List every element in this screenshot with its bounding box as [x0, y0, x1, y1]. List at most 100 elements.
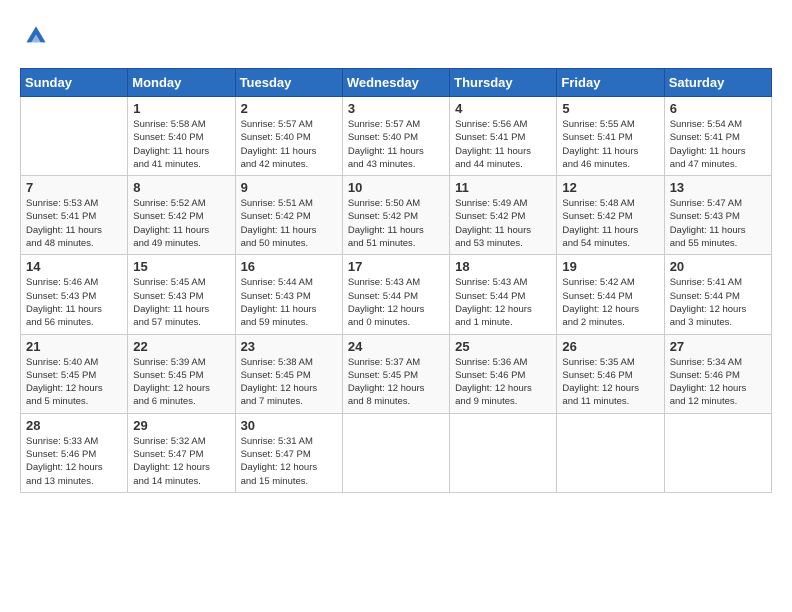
day-cell	[450, 413, 557, 492]
day-info: Sunrise: 5:41 AM Sunset: 5:44 PM Dayligh…	[670, 276, 766, 329]
day-info: Sunrise: 5:47 AM Sunset: 5:43 PM Dayligh…	[670, 197, 766, 250]
day-cell: 8 Sunrise: 5:52 AM Sunset: 5:42 PM Daylig…	[128, 176, 235, 255]
day-info: Sunrise: 5:34 AM Sunset: 5:46 PM Dayligh…	[670, 356, 766, 409]
day-cell: 24 Sunrise: 5:37 AM Sunset: 5:45 PM Dayli…	[342, 334, 449, 413]
day-number: 11	[455, 180, 551, 195]
day-cell: 29 Sunrise: 5:32 AM Sunset: 5:47 PM Dayli…	[128, 413, 235, 492]
day-cell: 4Sunrise: 5:56 AM Sunset: 5:41 PM Daylig…	[450, 97, 557, 176]
day-cell: 19Sunrise: 5:42 AM Sunset: 5:44 PM Dayli…	[557, 255, 664, 334]
day-info: Sunrise: 5:40 AM Sunset: 5:45 PM Dayligh…	[26, 356, 122, 409]
day-info: Sunrise: 5:48 AM Sunset: 5:42 PM Dayligh…	[562, 197, 658, 250]
day-info: Sunrise: 5:39 AM Sunset: 5:45 PM Dayligh…	[133, 356, 229, 409]
day-number: 27	[670, 339, 766, 354]
day-info: Sunrise: 5:32 AM Sunset: 5:47 PM Dayligh…	[133, 435, 229, 488]
calendar-table: SundayMondayTuesdayWednesdayThursdayFrid…	[20, 68, 772, 493]
day-info: Sunrise: 5:31 AM Sunset: 5:47 PM Dayligh…	[241, 435, 337, 488]
day-number: 19	[562, 259, 658, 274]
day-cell: 7 Sunrise: 5:53 AM Sunset: 5:41 PM Daylig…	[21, 176, 128, 255]
day-cell	[342, 413, 449, 492]
day-info: Sunrise: 5:56 AM Sunset: 5:41 PM Dayligh…	[455, 118, 551, 171]
header-saturday: Saturday	[664, 69, 771, 97]
day-cell: 14 Sunrise: 5:46 AM Sunset: 5:43 PM Dayli…	[21, 255, 128, 334]
day-number: 2	[241, 101, 337, 116]
week-row-4: 21 Sunrise: 5:40 AM Sunset: 5:45 PM Dayli…	[21, 334, 772, 413]
week-row-1: 1 Sunrise: 5:58 AM Sunset: 5:40 PM Daylig…	[21, 97, 772, 176]
day-number: 7	[26, 180, 122, 195]
day-number: 16	[241, 259, 337, 274]
day-info: Sunrise: 5:54 AM Sunset: 5:41 PM Dayligh…	[670, 118, 766, 171]
calendar-header: SundayMondayTuesdayWednesdayThursdayFrid…	[21, 69, 772, 97]
day-number: 23	[241, 339, 337, 354]
day-number: 3	[348, 101, 444, 116]
day-info: Sunrise: 5:44 AM Sunset: 5:43 PM Dayligh…	[241, 276, 337, 329]
day-cell	[21, 97, 128, 176]
day-info: Sunrise: 5:43 AM Sunset: 5:44 PM Dayligh…	[348, 276, 444, 329]
day-number: 22	[133, 339, 229, 354]
day-number: 13	[670, 180, 766, 195]
day-number: 17	[348, 259, 444, 274]
day-cell: 11 Sunrise: 5:49 AM Sunset: 5:42 PM Dayli…	[450, 176, 557, 255]
day-info: Sunrise: 5:37 AM Sunset: 5:45 PM Dayligh…	[348, 356, 444, 409]
day-number: 15	[133, 259, 229, 274]
header-sunday: Sunday	[21, 69, 128, 97]
day-cell: 20Sunrise: 5:41 AM Sunset: 5:44 PM Dayli…	[664, 255, 771, 334]
day-cell: 16 Sunrise: 5:44 AM Sunset: 5:43 PM Dayli…	[235, 255, 342, 334]
day-cell: 26 Sunrise: 5:35 AM Sunset: 5:46 PM Dayli…	[557, 334, 664, 413]
day-cell	[557, 413, 664, 492]
day-number: 1	[133, 101, 229, 116]
day-cell: 1 Sunrise: 5:58 AM Sunset: 5:40 PM Daylig…	[128, 97, 235, 176]
day-cell: 17 Sunrise: 5:43 AM Sunset: 5:44 PM Dayli…	[342, 255, 449, 334]
day-number: 6	[670, 101, 766, 116]
day-info: Sunrise: 5:45 AM Sunset: 5:43 PM Dayligh…	[133, 276, 229, 329]
day-info: Sunrise: 5:33 AM Sunset: 5:46 PM Dayligh…	[26, 435, 122, 488]
day-cell: 2Sunrise: 5:57 AM Sunset: 5:40 PM Daylig…	[235, 97, 342, 176]
day-cell: 10 Sunrise: 5:50 AM Sunset: 5:42 PM Dayli…	[342, 176, 449, 255]
day-info: Sunrise: 5:38 AM Sunset: 5:45 PM Dayligh…	[241, 356, 337, 409]
day-info: Sunrise: 5:50 AM Sunset: 5:42 PM Dayligh…	[348, 197, 444, 250]
header-thursday: Thursday	[450, 69, 557, 97]
day-number: 25	[455, 339, 551, 354]
day-number: 12	[562, 180, 658, 195]
day-cell: 3 Sunrise: 5:57 AM Sunset: 5:40 PM Daylig…	[342, 97, 449, 176]
week-row-2: 7 Sunrise: 5:53 AM Sunset: 5:41 PM Daylig…	[21, 176, 772, 255]
day-info: Sunrise: 5:53 AM Sunset: 5:41 PM Dayligh…	[26, 197, 122, 250]
day-number: 30	[241, 418, 337, 433]
day-cell: 25Sunrise: 5:36 AM Sunset: 5:46 PM Dayli…	[450, 334, 557, 413]
day-cell: 22 Sunrise: 5:39 AM Sunset: 5:45 PM Dayli…	[128, 334, 235, 413]
day-info: Sunrise: 5:57 AM Sunset: 5:40 PM Dayligh…	[348, 118, 444, 171]
day-cell: 9Sunrise: 5:51 AM Sunset: 5:42 PM Daylig…	[235, 176, 342, 255]
day-number: 28	[26, 418, 122, 433]
day-info: Sunrise: 5:55 AM Sunset: 5:41 PM Dayligh…	[562, 118, 658, 171]
day-cell: 15 Sunrise: 5:45 AM Sunset: 5:43 PM Dayli…	[128, 255, 235, 334]
day-number: 24	[348, 339, 444, 354]
week-row-5: 28 Sunrise: 5:33 AM Sunset: 5:46 PM Dayli…	[21, 413, 772, 492]
day-number: 14	[26, 259, 122, 274]
logo	[20, 20, 56, 52]
day-number: 5	[562, 101, 658, 116]
day-cell: 21 Sunrise: 5:40 AM Sunset: 5:45 PM Dayli…	[21, 334, 128, 413]
day-info: Sunrise: 5:58 AM Sunset: 5:40 PM Dayligh…	[133, 118, 229, 171]
day-number: 26	[562, 339, 658, 354]
page-header	[20, 20, 772, 52]
week-row-3: 14 Sunrise: 5:46 AM Sunset: 5:43 PM Dayli…	[21, 255, 772, 334]
day-info: Sunrise: 5:43 AM Sunset: 5:44 PM Dayligh…	[455, 276, 551, 329]
day-info: Sunrise: 5:49 AM Sunset: 5:42 PM Dayligh…	[455, 197, 551, 250]
day-number: 8	[133, 180, 229, 195]
header-monday: Monday	[128, 69, 235, 97]
day-cell: 27 Sunrise: 5:34 AM Sunset: 5:46 PM Dayli…	[664, 334, 771, 413]
day-cell: 12 Sunrise: 5:48 AM Sunset: 5:42 PM Dayli…	[557, 176, 664, 255]
logo-icon	[20, 20, 52, 52]
day-number: 29	[133, 418, 229, 433]
day-cell	[664, 413, 771, 492]
day-number: 10	[348, 180, 444, 195]
day-info: Sunrise: 5:35 AM Sunset: 5:46 PM Dayligh…	[562, 356, 658, 409]
day-cell: 13 Sunrise: 5:47 AM Sunset: 5:43 PM Dayli…	[664, 176, 771, 255]
day-info: Sunrise: 5:51 AM Sunset: 5:42 PM Dayligh…	[241, 197, 337, 250]
day-cell: 28 Sunrise: 5:33 AM Sunset: 5:46 PM Dayli…	[21, 413, 128, 492]
day-number: 21	[26, 339, 122, 354]
day-info: Sunrise: 5:46 AM Sunset: 5:43 PM Dayligh…	[26, 276, 122, 329]
calendar-body: 1 Sunrise: 5:58 AM Sunset: 5:40 PM Daylig…	[21, 97, 772, 493]
day-info: Sunrise: 5:52 AM Sunset: 5:42 PM Dayligh…	[133, 197, 229, 250]
day-cell: 18Sunrise: 5:43 AM Sunset: 5:44 PM Dayli…	[450, 255, 557, 334]
day-cell: 23 Sunrise: 5:38 AM Sunset: 5:45 PM Dayli…	[235, 334, 342, 413]
